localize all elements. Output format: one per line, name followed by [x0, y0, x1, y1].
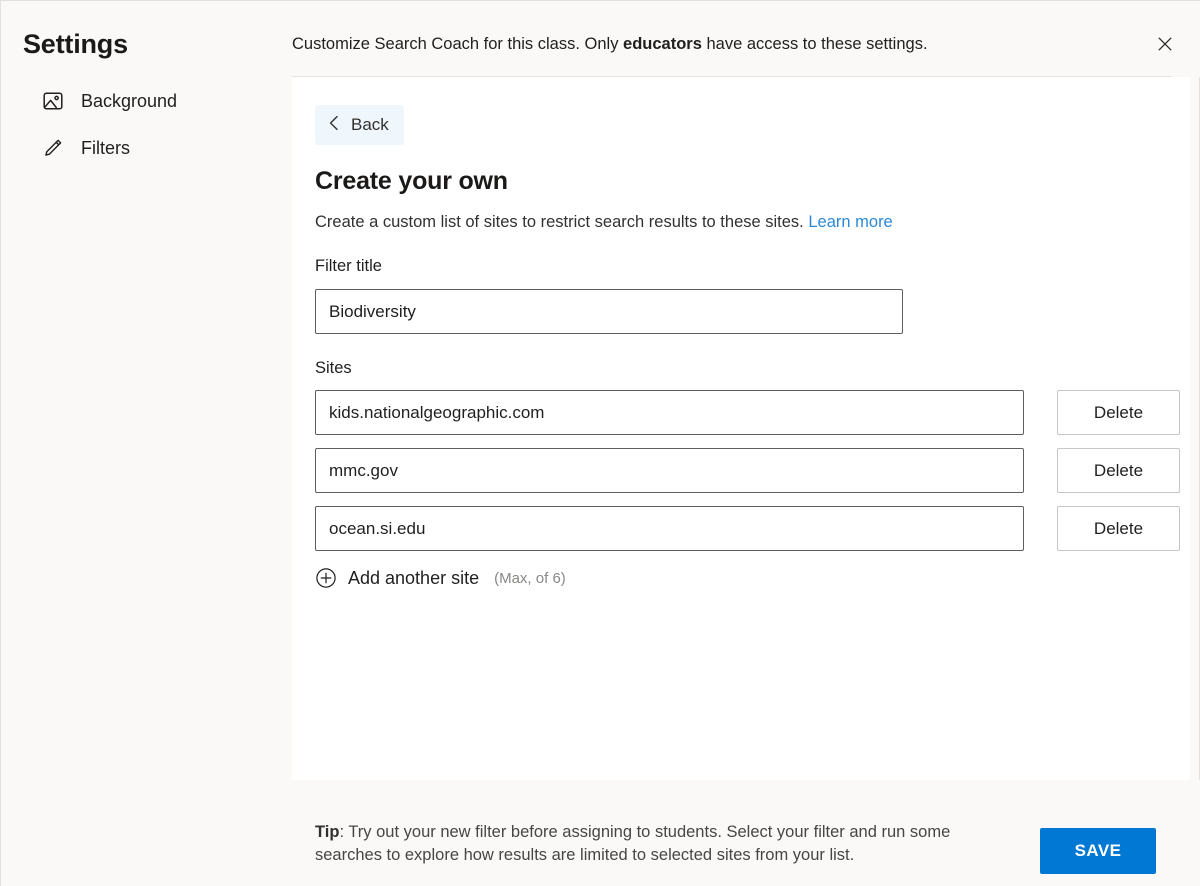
- image-icon: [39, 87, 67, 115]
- add-another-site-button[interactable]: Add another site (Max, of 6): [315, 567, 566, 589]
- plus-circle-icon: [315, 567, 337, 589]
- dialog-header: Customize Search Coach for this class. O…: [292, 1, 1200, 77]
- site-input[interactable]: [315, 506, 1024, 551]
- page-description: Create a custom list of sites to restric…: [315, 213, 893, 232]
- page-description-text: Create a custom list of sites to restric…: [315, 213, 804, 231]
- sidebar-item-filters[interactable]: Filters: [39, 134, 130, 162]
- sidebar-item-filters-label: Filters: [81, 137, 130, 158]
- filter-title-label: Filter title: [315, 257, 382, 275]
- save-button[interactable]: SAVE: [1040, 828, 1156, 874]
- delete-site-button[interactable]: Delete: [1057, 390, 1180, 435]
- site-input[interactable]: [315, 390, 1024, 435]
- dialog-footer: Tip: Try out your new filter before assi…: [292, 780, 1200, 886]
- sidebar-title: Settings: [23, 29, 128, 59]
- sites-label: Sites: [315, 359, 352, 377]
- filter-title-input[interactable]: [315, 289, 903, 334]
- settings-dialog: Settings Background Filters Customize Se…: [0, 0, 1200, 886]
- sidebar-item-background-label: Background: [81, 90, 178, 111]
- tip-label: Tip: [315, 823, 340, 841]
- delete-site-button[interactable]: Delete: [1057, 448, 1180, 493]
- page-title: Create your own: [315, 167, 508, 195]
- content-panel: Back Create your own Create a custom lis…: [292, 77, 1190, 780]
- header-text-before: Customize Search Coach for this class. O…: [292, 35, 624, 53]
- sidebar: Settings Background Filters: [1, 1, 292, 886]
- header-description: Customize Search Coach for this class. O…: [292, 35, 928, 54]
- header-text-emphasis: educators: [623, 35, 702, 53]
- tip-body: : Try out your new filter before assigni…: [315, 823, 951, 864]
- pencil-icon: [39, 134, 67, 162]
- delete-site-button[interactable]: Delete: [1057, 506, 1180, 551]
- site-row: Delete: [315, 390, 1180, 435]
- site-row: Delete: [315, 448, 1180, 493]
- tip-text: Tip: Try out your new filter before assi…: [315, 821, 975, 867]
- chevron-left-icon: [327, 114, 342, 137]
- sidebar-item-background[interactable]: Background: [39, 87, 177, 115]
- site-row: Delete: [315, 506, 1180, 551]
- close-icon: [1155, 34, 1175, 57]
- back-button-label: Back: [351, 115, 389, 134]
- site-input[interactable]: [315, 448, 1024, 493]
- close-button[interactable]: [1141, 21, 1189, 69]
- header-text-after: have access to these settings.: [701, 35, 928, 53]
- back-button[interactable]: Back: [315, 105, 404, 145]
- add-another-site-label: Add another site: [348, 567, 480, 588]
- add-site-max-note: (Max, of 6): [494, 569, 566, 587]
- learn-more-link[interactable]: Learn more: [808, 213, 892, 231]
